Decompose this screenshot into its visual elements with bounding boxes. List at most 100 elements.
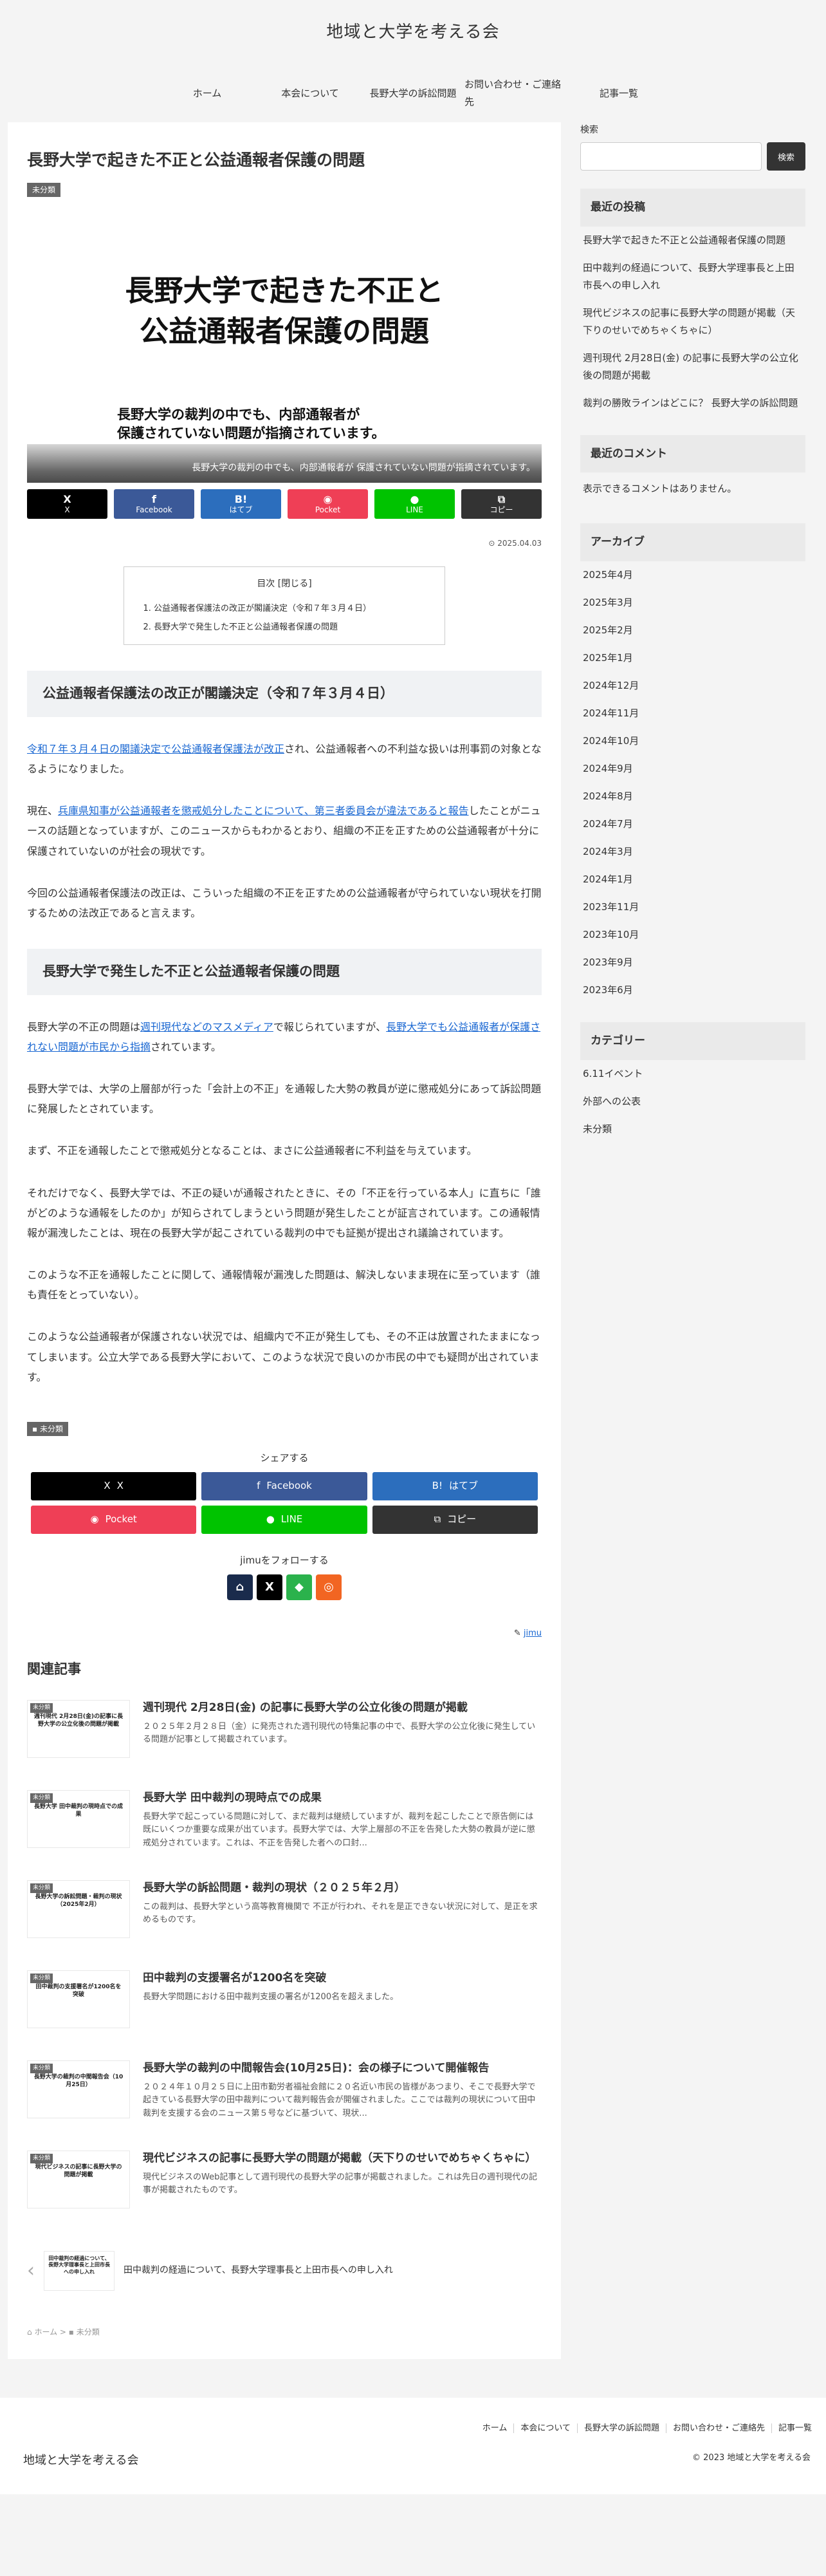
site-title[interactable]: 地域と大学を考える会 [326,17,499,48]
related-body: 田中裁判の支援署名が1200名を突破 長野大学問題における田中裁判支援の署名が12… [143,1970,542,2042]
share-label: Pocket [315,505,341,514]
related-post[interactable]: 未分類 週刊現代 2月28日(金)の記事に長野大学の公立化後の問題が掲載 週刊現代 … [27,1700,542,1772]
archive-link[interactable]: 2024年1月 [580,866,805,893]
footer-nav-item[interactable]: 記事一覧 [771,2423,818,2434]
recent-post-link[interactable]: 長野大学で起きた不正と公益通報者保護の問題 [580,227,805,254]
widget-title: 最近のコメント [580,434,805,473]
global-nav: ホーム 本会について 長野大学の訴訟問題 お問い合わせ・ご連絡先 記事一覧 [0,64,826,122]
recent-post-link[interactable]: 田中裁判の経過について、長野大学理事長と上田市長への申し入れ [580,254,805,299]
related-title-text[interactable]: 田中裁判の支援署名が1200名を突破 [143,1970,542,1987]
related-list: 未分類 週刊現代 2月28日(金)の記事に長野大学の公立化後の問題が掲載 週刊現代 … [27,1700,542,2223]
nav-lawsuit[interactable]: 長野大学の訴訟問題 [362,64,464,122]
related-title-text[interactable]: 長野大学 田中裁判の現時点での成果 [143,1790,542,1807]
related-snippet: 現代ビジネスのWeb記事として週刊現代の長野大学の記事が掲載されました。これは先… [143,2172,537,2196]
nav-articles[interactable]: 記事一覧 [567,64,670,122]
category-badge[interactable]: 未分類 [27,182,61,197]
archive-link[interactable]: 2023年10月 [580,921,805,949]
author-link[interactable]: jimu [524,1629,542,1638]
home-icon[interactable]: ⌂ [227,1574,253,1600]
related-snippet: ２０２４年１０月２５日に上田市勤労者福祉会館に２０名近い市民の皆様があつまり、そ… [143,2082,536,2119]
share-label: LINE [280,1513,303,1526]
footer-nav-item[interactable]: 長野大学の訴訟問題 [576,2423,666,2434]
share-button-pocket[interactable]: ◉ Pocket [288,489,368,519]
footer-nav-item[interactable]: お問い合わせ・ご連絡先 [665,2423,771,2434]
share-button-はてブ[interactable]: B! はてブ [201,489,281,519]
related-title-text[interactable]: 現代ビジネスの記事に長野大学の問題が掲載（天下りのせいでめちゃくちゃに） [143,2151,542,2167]
recent-posts-widget: 最近の投稿 長野大学で起きた不正と公益通報者保護の問題 田中裁判の経過について、長… [580,189,805,417]
share-button-はてブ[interactable]: B! はてブ [372,1471,538,1500]
nav-about[interactable]: 本会について [259,64,362,122]
category-link[interactable]: 外部への公表 [580,1088,805,1115]
category-link[interactable]: 未分類 [580,1115,805,1143]
archive-link[interactable]: 2024年11月 [580,700,805,727]
archive-link[interactable]: 2024年12月 [580,672,805,700]
share-button-x[interactable]: XX [31,1471,197,1500]
hyogo-news-link[interactable]: 兵庫県知事が公益通報者を懲戒処分したことについて、第三者委員会が違法であると報告 [58,805,469,817]
related-category-badge: 未分類 [30,2064,53,2073]
toc-title[interactable]: 目次 [閉じる] [141,576,428,592]
archive-link[interactable]: 2024年7月 [580,810,805,838]
related-post[interactable]: 未分類 長野大学の訴訟問題・裁判の現状（2025年2月） 長野大学の訴訟問題・裁判の… [27,1880,542,1952]
related-thumbnail: 未分類 週刊現代 2月28日(金)の記事に長野大学の公立化後の問題が掲載 [27,1700,130,1758]
related-post[interactable]: 未分類 長野大学 田中裁判の現時点での成果 長野大学 田中裁判の現時点での成果 長野大… [27,1790,542,1862]
share-button-x[interactable]: XX [27,489,107,519]
share-5-icon: ⧉ [497,493,506,506]
feedly-icon[interactable]: ◆ [286,1574,312,1600]
share-label: Facebook [136,505,172,514]
related-thumbnail: 未分類 長野大学の訴訟問題・裁判の現状（2025年2月） [27,1880,130,1938]
toc-item[interactable]: 公益通報者保護法の改正が閣議決定（令和７年３月４日） [154,600,428,619]
recent-post-link[interactable]: 裁判の勝敗ラインはどこに？ 長野大学の訴訟問題 [580,389,805,417]
share-2-icon: B! [234,493,248,506]
category-badge[interactable]: ▪ 未分類 [27,1422,68,1437]
footer-site-title[interactable]: 地域と大学を考える会 [23,2450,138,2471]
related-title-text[interactable]: 長野大学の訴訟問題・裁判の現状（２０２５年２月） [143,1880,542,1897]
share-button-pocket[interactable]: ◉ Pocket [31,1505,197,1534]
prev-post-nav[interactable]: ‹ 田中裁判の経過について、長野大学理事長と上田市長への申し入れ 田中裁判の経過… [27,2242,542,2300]
related-title-text[interactable]: 週刊現代 2月28日(金) の記事に長野大学の公立化後の問題が掲載 [143,1700,542,1717]
related-post[interactable]: 未分類 現代ビジネスの記事に長野大学の問題が掲載 現代ビジネスの記事に長野大学の問題… [27,2151,542,2223]
related-post[interactable]: 未分類 田中裁判の支援署名が1200名を突破 田中裁判の支援署名が1200名を突破長… [27,1970,542,2042]
law-amendment-link[interactable]: 令和７年３月４日の閣議決定で公益通報者保護法が改正 [27,743,284,755]
archive-link[interactable]: 2024年3月 [580,838,805,866]
archive-link[interactable]: 2023年11月 [580,893,805,921]
nav-home[interactable]: ホーム [156,64,259,122]
related-post[interactable]: 未分類 長野大学の裁判の中間報告会（10月25日） 長野大学の裁判の中間報告会(10… [27,2060,542,2133]
archive-link[interactable]: 2025年2月 [580,617,805,644]
toc-item[interactable]: 長野大学で発生した不正と公益通報者保護の問題 [154,619,428,637]
archive-link[interactable]: 2024年10月 [580,727,805,755]
eyecatch-headline: 長野大学で起きた不正と 公益通報者保護の問題 [125,274,444,349]
archive-link[interactable]: 2023年9月 [580,949,805,976]
archive-link[interactable]: 2023年6月 [580,976,805,1004]
prev-post-title: 田中裁判の経過について、長野大学理事長と上田市長への申し入れ [124,2265,393,2276]
x-icon[interactable]: X [257,1574,282,1600]
search-button[interactable]: 検索 [767,142,805,171]
archive-link[interactable]: 2024年9月 [580,755,805,783]
share-button-line[interactable]: ● LINE [201,1505,367,1534]
rss-icon[interactable]: ◎ [316,1574,342,1600]
share-button-line[interactable]: ● LINE [374,489,455,519]
share-button-コピー[interactable]: ⧉ コピー [372,1505,538,1534]
footer-nav-item[interactable]: ホーム [476,2423,514,2434]
archive-link[interactable]: 2025年4月 [580,561,805,589]
no-comments-text: 表示できるコメントはありません。 [583,483,737,495]
media-link[interactable]: 週刊現代などのマスメディア [140,1021,273,1033]
recent-post-link[interactable]: 現代ビジネスの記事に長野大学の問題が掲載（天下りのせいでめちゃくちゃに） [580,299,805,344]
related-snippet: ２０２５年２月２８日（金）に発売された週刊現代の特集記事の中で、長野大学の公立化… [143,1721,536,1745]
search-input[interactable] [580,142,762,171]
share-button-facebook[interactable]: f Facebook [201,1471,367,1500]
category-link[interactable]: 6.11イベント [580,1060,805,1088]
recent-post-link[interactable]: 週刊現代 2月28日(金) の記事に長野大学の公立化後の問題が掲載 [580,344,805,389]
share-4-icon: ● [410,493,419,506]
share-button-コピー[interactable]: ⧉ コピー [461,489,542,519]
breadcrumb-home[interactable]: ホーム [34,2328,57,2337]
archive-link[interactable]: 2025年3月 [580,589,805,617]
breadcrumb-category[interactable]: 未分類 [77,2328,100,2337]
archive-link[interactable]: 2024年8月 [580,783,805,810]
share-label: Facebook [266,1480,312,1492]
share-button-facebook[interactable]: f Facebook [114,489,194,519]
footer-nav-item[interactable]: 本会について [513,2423,577,2434]
nav-contact[interactable]: お問い合わせ・ご連絡先 [464,64,567,122]
sidebar: 検索 検索 最近の投稿 長野大学で起きた不正と公益通報者保護の問題 田中裁判の経過… [580,122,805,1161]
archive-link[interactable]: 2025年1月 [580,644,805,672]
related-title-text[interactable]: 長野大学の裁判の中間報告会(10月25日)：会の様子について開催報告 [143,2060,542,2077]
